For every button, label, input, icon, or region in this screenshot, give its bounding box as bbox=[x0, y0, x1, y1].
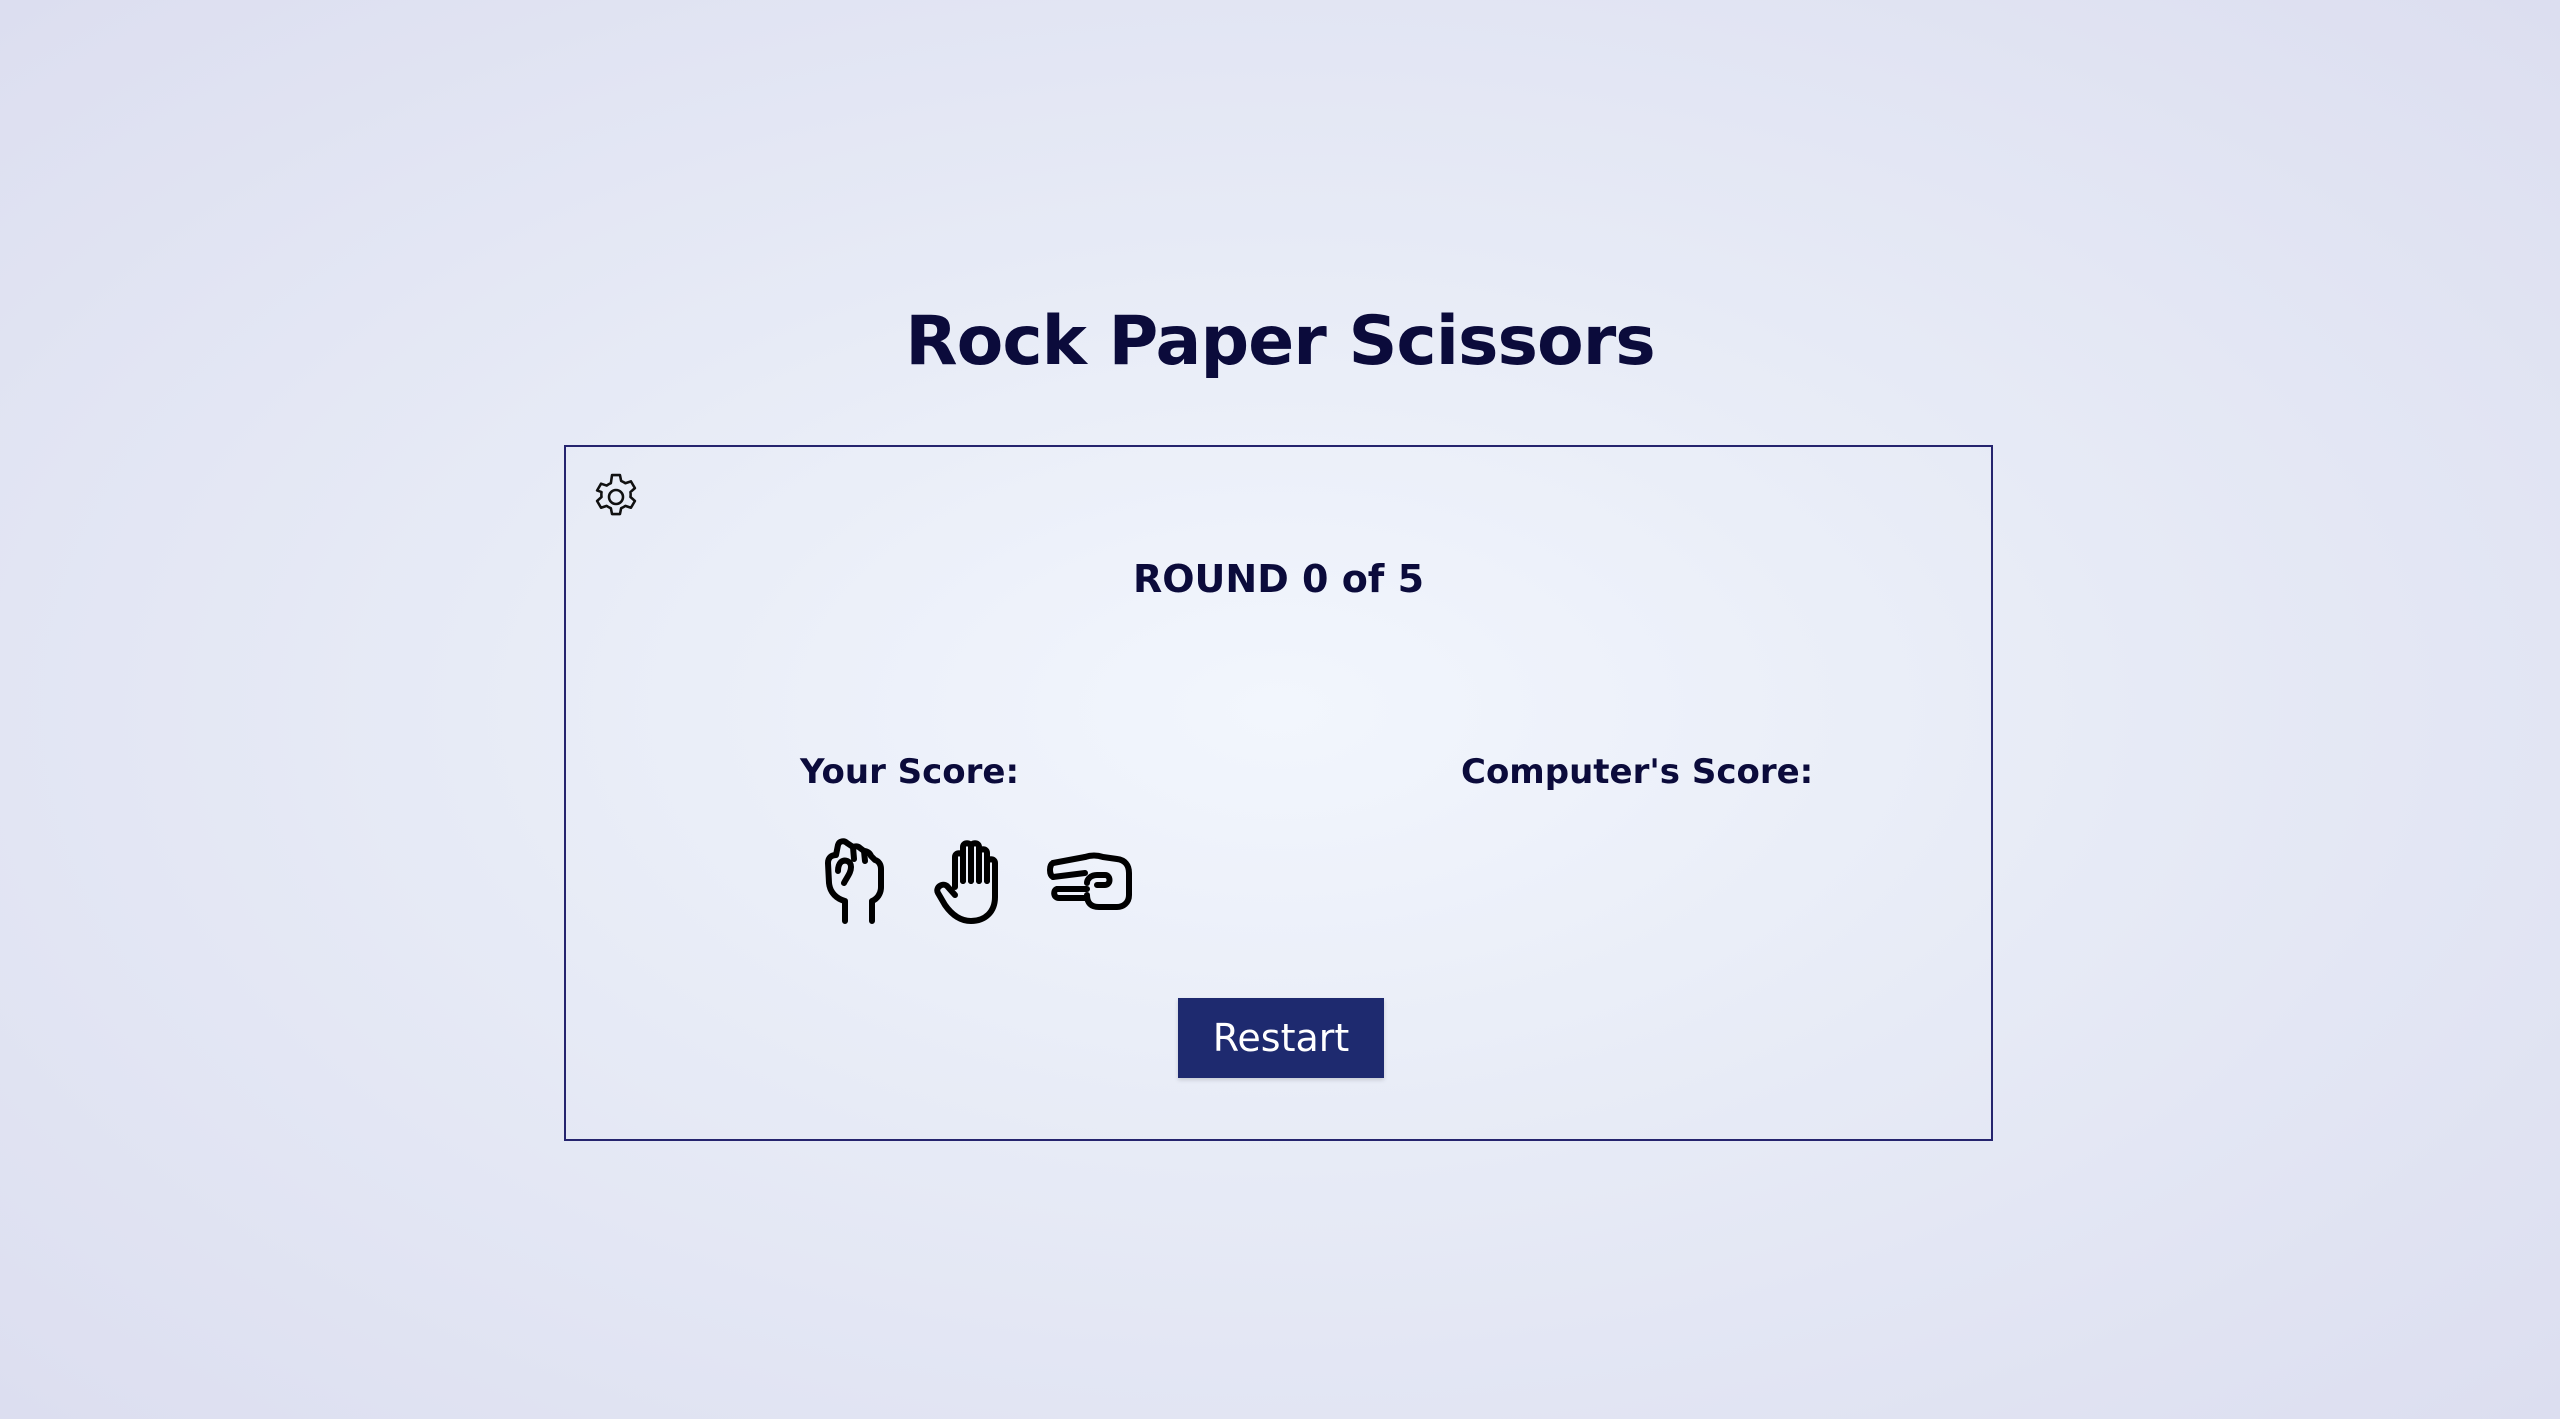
settings-button[interactable] bbox=[588, 469, 644, 525]
restart-button[interactable]: Restart bbox=[1178, 998, 1384, 1078]
round-current: 0 bbox=[1302, 557, 1329, 601]
round-prefix: ROUND bbox=[1132, 557, 1289, 601]
paper-hand-icon[interactable] bbox=[933, 837, 1013, 925]
rock-button[interactable] bbox=[811, 837, 899, 925]
rock-fist-icon[interactable] bbox=[820, 837, 890, 925]
paper-button[interactable] bbox=[929, 837, 1017, 925]
gear-icon[interactable] bbox=[588, 469, 644, 525]
round-separator: of bbox=[1341, 557, 1385, 601]
choice-buttons bbox=[811, 837, 1135, 925]
computer-score-label: Computer's Score: bbox=[1461, 752, 1814, 792]
round-total: 5 bbox=[1397, 557, 1425, 601]
scissors-button[interactable] bbox=[1047, 837, 1135, 925]
page-title: Rock Paper Scissors bbox=[905, 302, 1655, 381]
game-panel: ROUND 0 of 5 Your Score: Computer's Scor… bbox=[564, 445, 1993, 1141]
player-score-label: Your Score: bbox=[800, 752, 1020, 792]
round-counter: ROUND 0 of 5 bbox=[566, 557, 1991, 601]
scissors-hand-icon[interactable] bbox=[1047, 843, 1135, 919]
